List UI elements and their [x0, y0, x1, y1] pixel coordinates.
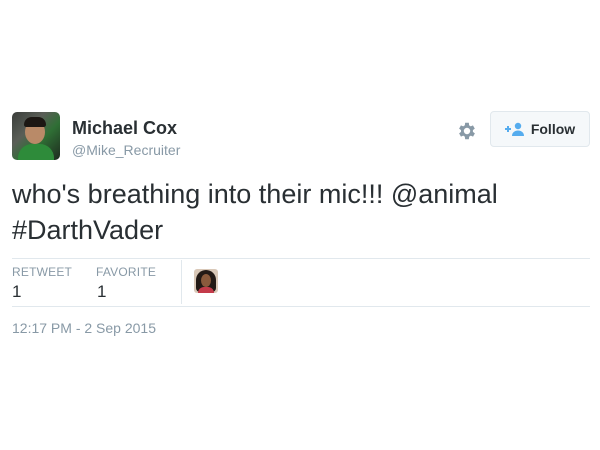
favoriter-avatar[interactable]	[194, 269, 218, 293]
author-handle[interactable]: @Mike_Recruiter	[72, 142, 180, 158]
tweet-card: Michael Cox @Mike_Recruiter Follow who's…	[0, 0, 600, 450]
tweet-text-body: who's breathing into their mic!!!	[12, 179, 391, 209]
follow-label: Follow	[530, 121, 576, 137]
follow-user-icon	[504, 122, 524, 136]
stats-top-divider	[12, 258, 590, 259]
tweet-timestamp[interactable]: 12:17 PM - 2 Sep 2015	[12, 320, 156, 336]
follow-button[interactable]: Follow	[490, 111, 590, 147]
gear-icon[interactable]	[456, 120, 478, 142]
hashtag-link[interactable]: #DarthVader	[12, 215, 163, 245]
retweet-count[interactable]: 1	[12, 282, 21, 302]
stats-bottom-divider	[12, 306, 590, 307]
mention-link[interactable]: @animal	[391, 179, 498, 209]
favorite-label[interactable]: FAVORITE	[96, 265, 156, 279]
author-avatar[interactable]	[12, 112, 60, 160]
stats-vertical-divider	[181, 260, 182, 304]
tweet-text: who's breathing into their mic!!! @anima…	[12, 176, 588, 248]
favorite-count[interactable]: 1	[97, 282, 106, 302]
retweet-label[interactable]: RETWEET	[12, 265, 72, 279]
author-name[interactable]: Michael Cox	[72, 118, 177, 139]
